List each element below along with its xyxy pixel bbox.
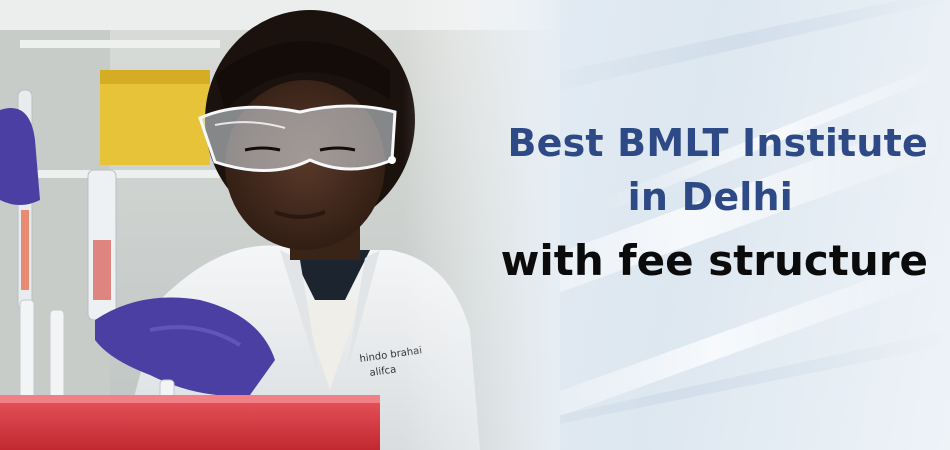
headline-line-2: in Delhi (627, 175, 793, 219)
headline: Best BMLT Institute in Delhi with fee st… (448, 116, 928, 296)
headline-line-1: Best BMLT Institute (507, 121, 928, 165)
hero-banner: hindo brahai alifca (0, 0, 950, 450)
headline-line-3: with fee structure (500, 236, 928, 285)
